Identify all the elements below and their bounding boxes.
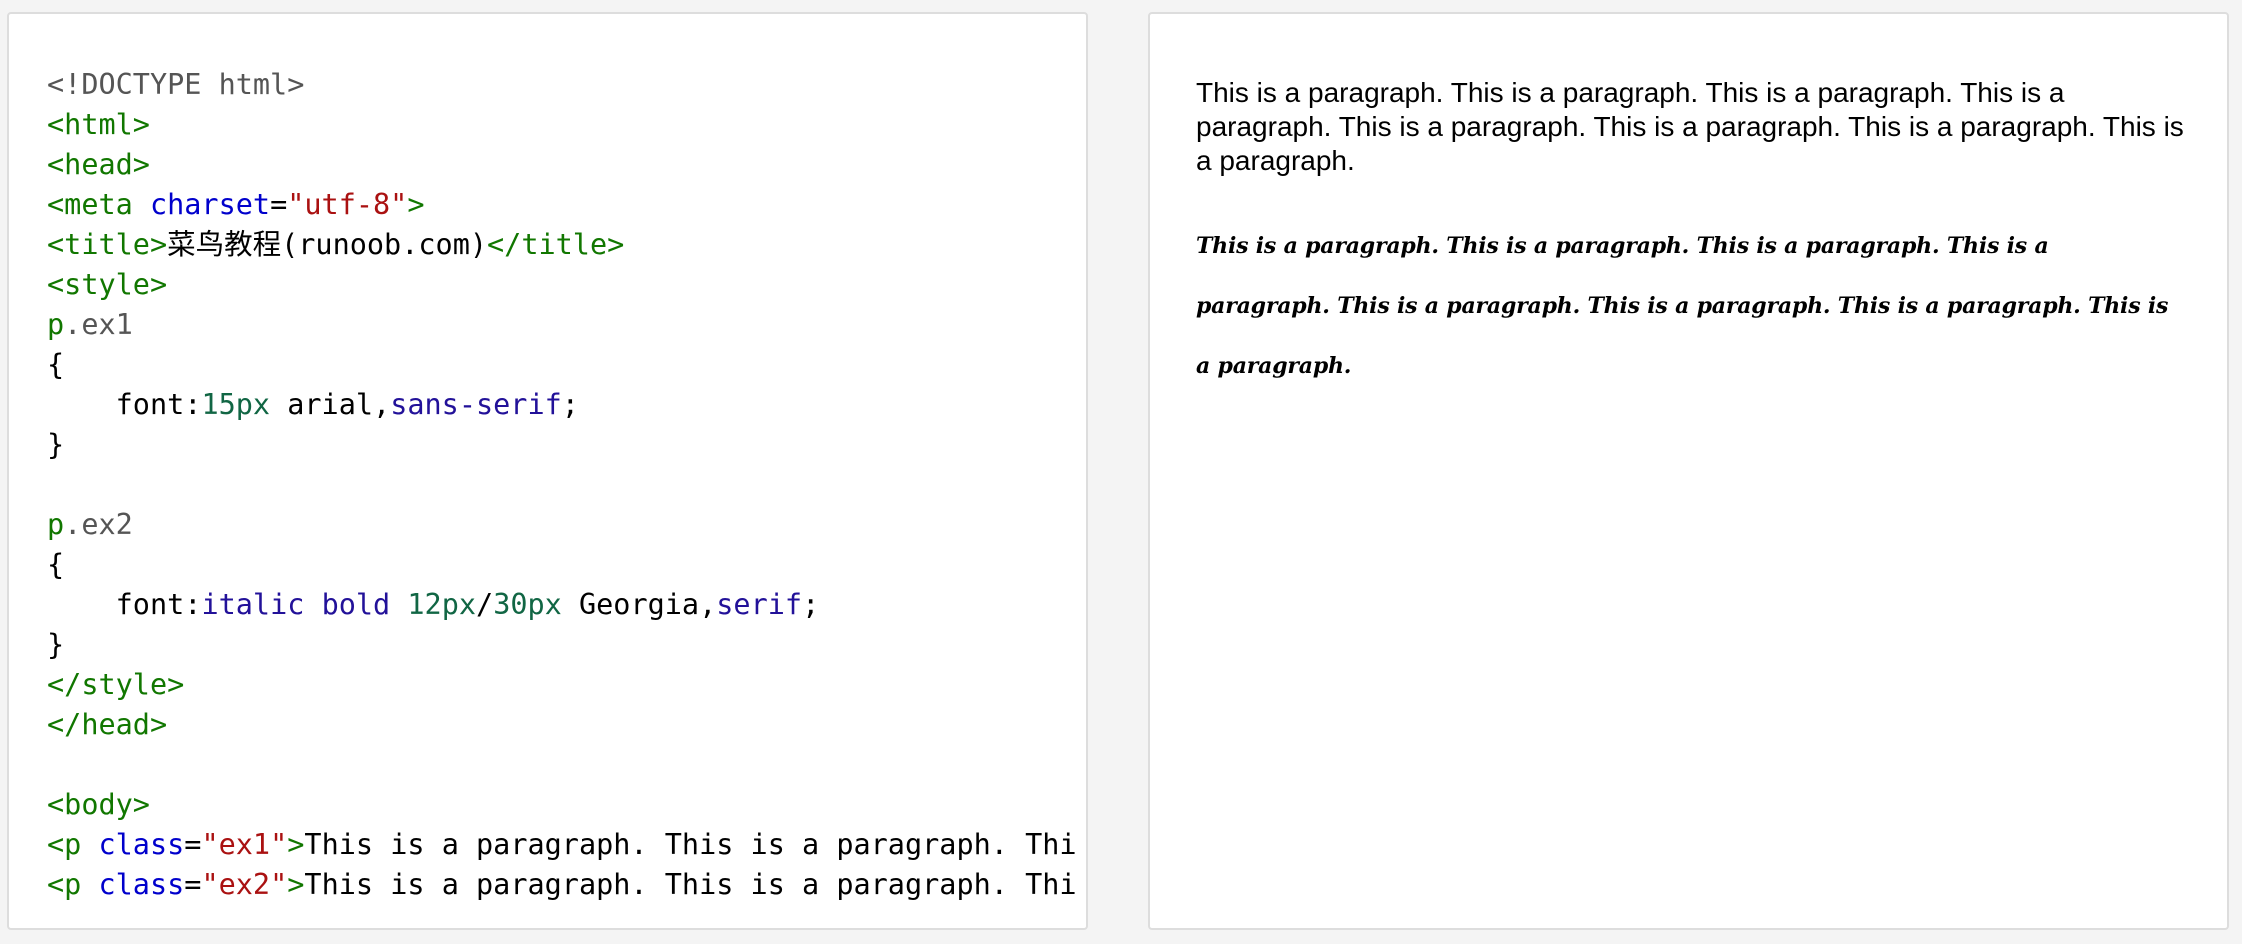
code-token: / [476,588,494,621]
code-token: Georgia, [561,588,717,621]
code-line: <html> [47,105,1077,145]
code-token: = [184,828,202,861]
code-token: class [98,828,185,861]
code-token: </style> [47,668,185,701]
code-token: 30px [493,588,562,621]
code-line: <body> [47,785,1077,825]
code-line: </head> [47,705,1077,745]
code-token: = [184,868,202,901]
code-token: font: [47,588,202,621]
code-line: <head> [47,145,1077,185]
code-line: } [47,425,1077,465]
code-line: <meta charset="utf-8"> [47,185,1077,225]
code-token: = [270,188,288,221]
code-token: > [287,828,305,861]
code-token: font: [47,388,202,421]
code-line: } [47,625,1077,665]
code-token: } [47,628,65,661]
code-token: { [47,348,65,381]
paragraph-ex2: This is a paragraph. This is a paragraph… [1196,233,2169,379]
code-token: "ex2" [201,868,288,901]
code-line: <style> [47,265,1077,305]
code-line: font:15px arial,sans-serif; [47,385,1077,425]
code-token: .ex2 [64,508,133,541]
code-line: { [47,545,1077,585]
source-code[interactable]: <!DOCTYPE html> <html> <head> <meta charset… [47,65,1077,905]
code-line: <!DOCTYPE html> [47,65,1077,105]
code-token: sans-serif [390,388,562,421]
code-token: <style> [47,268,168,301]
code-line: <title>菜鸟教程(runoob.com)</title> [47,225,1077,265]
code-line: p.ex2 [47,505,1077,545]
code-line: p.ex1 [47,305,1077,345]
code-token: </head> [47,708,168,741]
code-token: ; [561,388,579,421]
code-token: { [47,548,65,581]
code-token: > [287,868,305,901]
code-token: <title> [47,228,168,261]
code-token: This is a paragraph. This is a paragraph… [304,828,1077,861]
code-token: <!DOCTYPE html> [47,68,305,101]
code-token: > [407,188,425,221]
rendered-output: This is a paragraph. This is a paragraph… [1196,76,2187,396]
code-token: 菜鸟教程(runoob.com) [167,228,488,261]
code-line: <p class="ex2">This is a paragraph. This… [47,865,1077,905]
code-token: p [47,308,65,341]
code-token: "ex1" [201,828,288,861]
code-line: font:italic bold 12px/30px Georgia,serif… [47,585,1077,625]
code-token: <head> [47,148,150,181]
code-token: arial, [270,388,391,421]
code-token: charset [149,188,271,221]
code-token: 12px [407,588,477,621]
code-line: { [47,345,1077,385]
code-token: 15px [201,388,271,421]
code-editor-panel[interactable]: <!DOCTYPE html> <html> <head> <meta charset… [7,12,1088,930]
code-token: <p [47,828,99,861]
code-token: <meta [47,188,150,221]
code-token: <html> [47,108,150,141]
code-token: .ex1 [64,308,133,341]
code-token: <body> [47,788,150,821]
code-token: serif [716,588,803,621]
code-token: This is a paragraph. This is a paragraph… [304,868,1077,901]
code-token: italic [201,588,305,621]
code-token: p [47,508,65,541]
code-line: <p class="ex1">This is a paragraph. This… [47,825,1077,865]
code-token: } [47,428,65,461]
code-line: </style> [47,665,1077,705]
result-preview-panel: This is a paragraph. This is a paragraph… [1148,12,2229,930]
code-token: "utf-8" [287,188,408,221]
code-token: ; [802,588,820,621]
code-token: </title> [487,228,625,261]
code-token: class [98,868,185,901]
paragraph-ex1: This is a paragraph. This is a paragraph… [1196,77,2184,176]
code-token: bold [321,588,391,621]
code-token: <p [47,868,99,901]
